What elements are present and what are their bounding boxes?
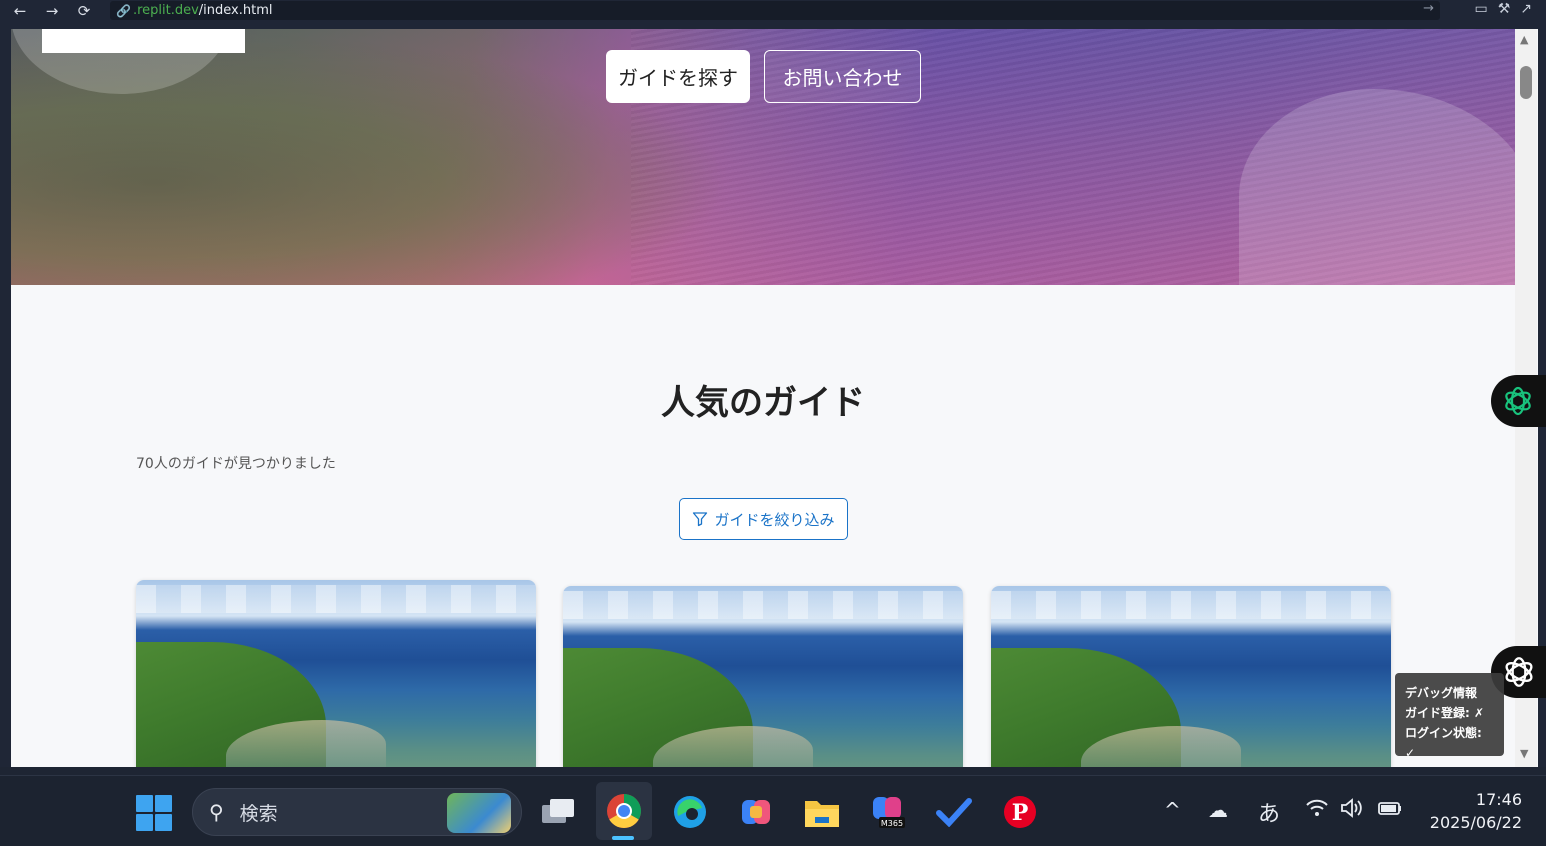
reload-icon[interactable]: ⟳ [72, 1, 96, 21]
openai-icon [1505, 386, 1531, 416]
debug-guide-registration: ガイド登録: ✗ [1405, 706, 1485, 720]
back-icon[interactable]: ← [8, 1, 32, 21]
card-clouds [563, 591, 963, 619]
hero-decoration-blob [1239, 89, 1515, 285]
battery-icon[interactable] [1377, 798, 1403, 823]
go-arrow-icon[interactable]: → [1423, 1, 1434, 16]
filter-guides-button[interactable]: ガイドを絞り込み [679, 498, 848, 540]
card-clouds [136, 585, 536, 613]
card-clouds [991, 591, 1391, 619]
show-hidden-icons-icon[interactable]: ^ [1164, 798, 1181, 822]
result-count: 70人のガイドが見つかりました [136, 456, 336, 472]
svg-text:M365: M365 [881, 819, 903, 828]
forward-icon[interactable]: → [40, 1, 64, 21]
search-icon: ⚲ [209, 800, 224, 824]
devtools-icons: ▭ ⚒ ↗ [1474, 1, 1532, 17]
scroll-up-icon[interactable]: ▲ [1520, 33, 1528, 46]
ime-indicator[interactable]: あ [1258, 796, 1280, 828]
viewport-left-border [0, 22, 11, 767]
m365-icon[interactable]: M365 [868, 792, 908, 832]
search-placeholder: 検索 [239, 802, 278, 825]
debug-title: デバッグ情報 [1405, 686, 1478, 700]
filter-button-label: ガイドを絞り込み [714, 511, 835, 529]
page-viewport: ガイドを探す お問い合わせ 人気のガイド 70人のガイドが見つかりました ガイド… [11, 29, 1538, 767]
taskbar-search[interactable]: ⚲ 検索 [192, 788, 522, 836]
viewport-top-border [11, 22, 1538, 29]
url-host: .replit.dev [132, 3, 199, 18]
guide-card[interactable] [563, 586, 963, 767]
address-bar[interactable]: 🔗 .replit.dev /index.html → [110, 1, 1440, 20]
section-title: 人気のガイド [661, 383, 865, 423]
clock-time: 17:46 [1475, 790, 1522, 809]
guide-card-image [136, 580, 536, 767]
url-path: /index.html [198, 3, 273, 18]
onedrive-icon[interactable]: ☁ [1208, 798, 1228, 822]
system-clock[interactable]: 17:46 2025/06/22 [1426, 788, 1522, 834]
wifi-icon[interactable] [1305, 798, 1329, 823]
guide-card[interactable] [991, 586, 1391, 767]
file-explorer-icon[interactable] [802, 792, 842, 832]
open-external-icon[interactable]: ↗ [1520, 1, 1532, 17]
chrome-icon[interactable] [596, 782, 652, 840]
scroll-thumb[interactable] [1520, 66, 1532, 99]
guide-card-image [991, 586, 1391, 767]
filter-icon [693, 512, 708, 527]
start-icon[interactable] [136, 795, 172, 831]
debug-login-status: ログイン状態: ✓ [1405, 726, 1482, 760]
contact-button[interactable]: お問い合わせ [764, 50, 921, 103]
pinterest-icon[interactable]: P [1000, 792, 1040, 832]
guide-card-image [563, 586, 963, 767]
find-guide-button[interactable]: ガイドを探す [606, 50, 750, 103]
task-view-icon[interactable] [538, 792, 578, 832]
todo-icon[interactable] [934, 792, 974, 832]
search-highlight-icon [447, 793, 511, 833]
active-app-indicator [612, 836, 634, 840]
link-icon: 🔗 [116, 3, 131, 18]
debug-panel: デバッグ情報 ガイド登録: ✗ ログイン状態: ✓ [1395, 673, 1504, 760]
monitor-icon[interactable]: ▭ [1474, 1, 1487, 17]
scroll-down-icon[interactable]: ▼ [1520, 747, 1528, 760]
wrench-icon[interactable]: ⚒ [1498, 1, 1511, 17]
volume-icon[interactable] [1340, 798, 1364, 823]
logo-placeholder [42, 29, 245, 53]
copilot-icon[interactable] [736, 792, 776, 832]
hero-banner: ガイドを探す お問い合わせ [11, 29, 1515, 285]
openai-icon [1505, 657, 1533, 687]
clock-date: 2025/06/22 [1429, 813, 1522, 832]
windows-taskbar: ⚲ 検索 M365 P ^ ☁ あ 17:46 2025/06/22 [0, 775, 1546, 846]
edge-icon[interactable] [670, 792, 710, 832]
ai-assistant-button[interactable] [1491, 375, 1546, 427]
browser-toolbar: ← → ⟳ 🔗 .replit.dev /index.html → ▭ ⚒ ↗ [0, 0, 1546, 22]
svg-text:P: P [1012, 800, 1029, 826]
guide-card[interactable] [136, 580, 536, 767]
